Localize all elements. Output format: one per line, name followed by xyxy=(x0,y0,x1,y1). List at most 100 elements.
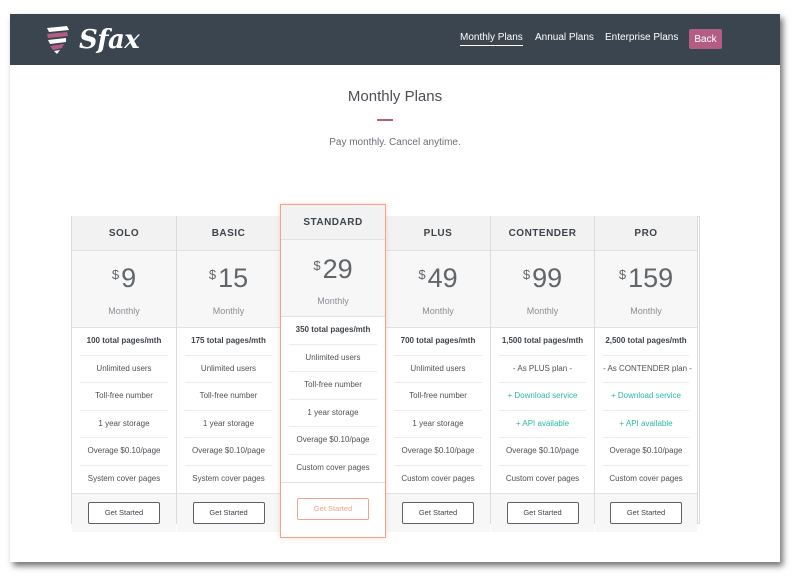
feature-item: Unlimited users xyxy=(289,345,377,373)
page-subtitle: Pay monthly. Cancel anytime. xyxy=(329,137,461,148)
feature-item: Custom cover pages xyxy=(296,462,370,472)
feature-item: 1 year storage xyxy=(289,400,377,428)
price-amount: 29 xyxy=(322,254,353,284)
feature-list: 2,500 total pages/mth - As CONTENDER pla… xyxy=(595,328,697,493)
nav-enterprise-plans[interactable]: Enterprise Plans xyxy=(605,32,678,43)
feature-item: + Download service xyxy=(603,383,689,411)
billing-period: Monthly xyxy=(630,306,662,316)
price-amount: 49 xyxy=(427,263,458,293)
feature-item: Toll-free number xyxy=(80,383,168,411)
cta-area: Get Started xyxy=(177,492,280,532)
feature-item: + API available xyxy=(603,411,689,439)
title-divider xyxy=(377,119,393,121)
feature-item: Overage $0.10/page xyxy=(499,438,586,466)
billing-period: Monthly xyxy=(108,306,140,316)
feature-item: Toll-free number xyxy=(394,383,482,411)
feature-item: Toll-free number xyxy=(185,383,272,411)
plan-card-pro: PRO $159 Monthly 2,500 total pages/mth -… xyxy=(594,216,698,532)
feature-item: Overage $0.10/page xyxy=(603,438,689,466)
cta-area: Get Started xyxy=(72,492,176,532)
cta-area: Get Started xyxy=(386,492,490,532)
currency-symbol: $ xyxy=(313,258,321,273)
feature-item: Overage $0.10/page xyxy=(289,427,377,455)
price: $99 xyxy=(491,263,594,294)
feature-item: + Download service xyxy=(499,383,586,411)
price-amount: 9 xyxy=(121,263,137,293)
plan-card-contender: CONTENDER $99 Monthly 1,500 total pages/… xyxy=(490,216,594,532)
cta-area: Get Started xyxy=(281,481,385,535)
nav-monthly-plans[interactable]: Monthly Plans xyxy=(460,32,523,46)
plan-name: PLUS xyxy=(386,216,490,251)
back-button[interactable]: Back xyxy=(689,29,722,49)
price: $9 xyxy=(72,263,176,294)
plan-name: CONTENDER xyxy=(491,216,594,251)
feature-list: 100 total pages/mth Unlimited users Toll… xyxy=(72,328,176,493)
price-amount: 159 xyxy=(628,263,674,293)
feature-item: - As PLUS plan - xyxy=(499,356,586,384)
currency-symbol: $ xyxy=(618,267,627,282)
price: $49 xyxy=(386,263,490,294)
plan-name: BASIC xyxy=(177,216,280,251)
feature-item: Custom cover pages xyxy=(505,473,580,483)
plan-card-plus: PLUS $49 Monthly 700 total pages/mth Unl… xyxy=(386,216,490,532)
get-started-button[interactable]: Get Started xyxy=(88,501,160,524)
feature-item: 1 year storage xyxy=(80,411,168,439)
shield-stripes-icon xyxy=(47,26,69,54)
feature-item: 2,500 total pages/mth xyxy=(603,328,689,356)
plan-name: STANDARD xyxy=(281,205,385,240)
feature-list: 350 total pages/mth Unlimited users Toll… xyxy=(281,317,385,482)
price-amount: 15 xyxy=(218,263,249,293)
top-navbar: Sfax Monthly Plans Annual Plans Enterpri… xyxy=(10,14,780,65)
plan-card-solo: SOLO $9 Monthly 100 total pages/mth Unli… xyxy=(72,216,176,532)
price: $15 xyxy=(177,263,280,294)
currency-symbol: $ xyxy=(418,267,426,282)
plan-name: PRO xyxy=(595,216,697,251)
price: $159 xyxy=(595,263,697,294)
feature-item: 100 total pages/mth xyxy=(80,328,168,356)
feature-item: Unlimited users xyxy=(185,356,272,384)
price-box: $9 Monthly xyxy=(72,251,176,328)
price-box: $49 Monthly xyxy=(386,251,490,328)
currency-symbol: $ xyxy=(522,267,531,282)
billing-period: Monthly xyxy=(526,306,559,316)
plan-card-basic: BASIC $15 Monthly 175 total pages/mth Un… xyxy=(176,216,280,532)
feature-item: Overage $0.10/page xyxy=(80,438,168,466)
price-box: $29 Monthly xyxy=(281,240,385,317)
feature-list: 175 total pages/mth Unlimited users Toll… xyxy=(177,328,280,493)
feature-item: Unlimited users xyxy=(394,356,482,384)
feature-item: Overage $0.10/page xyxy=(185,438,272,466)
price-box: $15 Monthly xyxy=(177,251,280,328)
feature-list: 700 total pages/mth Unlimited users Toll… xyxy=(386,328,490,493)
feature-item: Custom cover pages xyxy=(401,473,475,483)
feature-item: Unlimited users xyxy=(80,356,168,384)
feature-item: 1 year storage xyxy=(185,411,272,439)
feature-item: 1,500 total pages/mth xyxy=(499,328,586,356)
feature-item: 350 total pages/mth xyxy=(289,317,377,345)
cta-area: Get Started xyxy=(491,492,594,532)
get-started-button[interactable]: Get Started xyxy=(297,497,369,520)
get-started-button[interactable]: Get Started xyxy=(402,501,474,524)
brand-logo[interactable]: Sfax xyxy=(45,20,140,60)
feature-item: - As CONTENDER plan - xyxy=(603,356,692,384)
feature-item: 175 total pages/mth xyxy=(185,328,272,356)
plan-card-standard: STANDARD $29 Monthly 350 total pages/mth… xyxy=(280,204,386,538)
feature-item: System cover pages xyxy=(87,473,161,483)
feature-item: Toll-free number xyxy=(289,372,377,400)
price-box: $159 Monthly xyxy=(595,251,697,328)
get-started-button[interactable]: Get Started xyxy=(192,501,265,524)
app-window: Sfax Monthly Plans Annual Plans Enterpri… xyxy=(10,14,780,562)
feature-item: Overage $0.10/page xyxy=(394,438,482,466)
feature-item: 700 total pages/mth xyxy=(394,328,482,356)
price: $29 xyxy=(281,254,385,285)
get-started-button[interactable]: Get Started xyxy=(610,501,682,524)
feature-item: 1 year storage xyxy=(394,411,482,439)
feature-item: Custom cover pages xyxy=(609,473,683,483)
get-started-button[interactable]: Get Started xyxy=(506,501,579,524)
billing-period: Monthly xyxy=(212,306,245,316)
cta-area: Get Started xyxy=(595,492,697,532)
brand-name: Sfax xyxy=(79,25,140,55)
billing-period: Monthly xyxy=(317,296,349,306)
page-title: Monthly Plans xyxy=(347,88,443,105)
price-box: $99 Monthly xyxy=(491,251,594,328)
nav-annual-plans[interactable]: Annual Plans xyxy=(535,32,594,43)
